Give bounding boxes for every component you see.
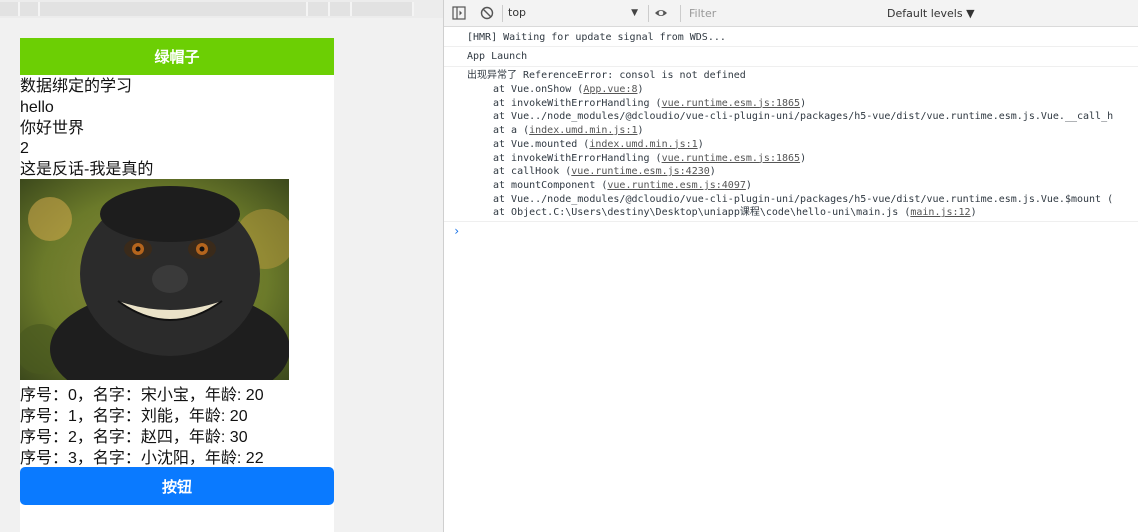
monkey-image xyxy=(20,179,289,380)
console-prompt[interactable]: › xyxy=(453,224,460,238)
stack-frame-tail: ) xyxy=(800,152,807,164)
phone-screen: 绿帽子 数据绑定的学习 hello 你好世界 2 这是反话-我是真的 序号：0，… xyxy=(20,38,334,532)
console-toolbar: top ▼ Default levels ▼ xyxy=(444,0,1138,27)
stack-frame: at Object.C:\Users\destiny\Desktop\uniap… xyxy=(493,206,977,220)
clear-console-icon[interactable] xyxy=(480,6,494,20)
console-message: [HMR] Waiting for update signal from WDS… xyxy=(444,28,1138,47)
source-link[interactable]: vue.runtime.esm.js:4097 xyxy=(607,180,745,191)
stack-frame: at invokeWithErrorHandling (vue.runtime.… xyxy=(493,97,806,111)
log-levels-dropdown[interactable]: Default levels ▼ xyxy=(887,7,975,20)
stack-frame-tail: ) xyxy=(745,179,752,191)
filter-input[interactable] xyxy=(685,5,885,22)
stack-frame-text: at callHook ( xyxy=(493,166,572,178)
stack-frame-tail: ) xyxy=(800,97,807,109)
primary-button[interactable]: 按钮 xyxy=(20,467,334,505)
stack-frame-tail: ) xyxy=(637,84,644,95)
source-link[interactable]: vue.runtime.esm.js:1865 xyxy=(662,153,800,164)
stack-frame-text: at Vue../node_modules/@dcloudio/vue-cli-… xyxy=(493,111,1114,123)
stack-frame: at callHook (vue.runtime.esm.js:4230) xyxy=(493,165,716,179)
stack-frame-text: at Vue.mounted ( xyxy=(493,138,590,150)
stack-frame-tail: ) xyxy=(970,207,977,219)
stack-frame: at Vue.mounted (index.umd.min.js:1) xyxy=(493,138,704,152)
source-link[interactable]: App.vue:8 xyxy=(583,84,637,95)
stack-frame-text: at Vue../node_modules/@dcloudio/vue-cli-… xyxy=(493,193,1114,205)
stack-frame-text: at Object.C:\Users\destiny\Desktop\uniap… xyxy=(493,207,911,219)
source-link[interactable]: vue.runtime.esm.js:1865 xyxy=(662,98,800,109)
simulator-pane: 绿帽子 数据绑定的学习 hello 你好世界 2 这是反话-我是真的 序号：0，… xyxy=(0,0,443,532)
stack-frame: at invokeWithErrorHandling (vue.runtime.… xyxy=(493,152,806,166)
stack-frame-text: at mountComponent ( xyxy=(493,179,608,191)
context-value: top xyxy=(508,6,527,19)
simulator-toolbar xyxy=(0,0,443,18)
eye-icon[interactable] xyxy=(654,6,668,20)
source-link[interactable]: vue.runtime.esm.js:4230 xyxy=(571,166,709,177)
stack-frame-text: at a ( xyxy=(493,125,530,137)
stack-frame-tail: ) xyxy=(709,166,716,178)
source-link[interactable]: index.umd.min.js:1 xyxy=(589,139,697,150)
text-world: 你好世界 xyxy=(20,120,85,137)
chevron-down-icon: ▼ xyxy=(631,8,638,18)
stack-frame: at mountComponent (vue.runtime.esm.js:40… xyxy=(493,179,752,193)
stack-frame-text: at invokeWithErrorHandling ( xyxy=(493,152,662,164)
navbar: 绿帽子 xyxy=(20,38,334,75)
text-hello: hello xyxy=(20,99,54,116)
stack-frame-text: at Vue.onShow ( xyxy=(493,84,584,95)
context-select[interactable]: top ▼ xyxy=(508,5,638,21)
list-item: 序号：3，名字：小沈阳，年龄: 22 xyxy=(20,450,264,467)
text-reversed: 这是反话-我是真的 xyxy=(20,161,154,178)
primary-button-label: 按钮 xyxy=(161,478,192,496)
devtools-console: top ▼ Default levels ▼ [HMR] Waiting for… xyxy=(443,0,1138,532)
list-item: 序号：1，名字：刘能，年龄: 20 xyxy=(20,408,248,425)
error-text: 出现异常了 ReferenceError: consol is not defi… xyxy=(467,70,746,81)
list-item: 序号：2，名字：赵四，年龄: 30 xyxy=(20,429,248,446)
text-title: 数据绑定的学习 xyxy=(20,78,133,95)
stack-frame-text: at invokeWithErrorHandling ( xyxy=(493,97,662,109)
navbar-title: 绿帽子 xyxy=(154,49,200,66)
sidebar-toggle-icon[interactable] xyxy=(452,6,466,20)
text-number: 2 xyxy=(20,140,29,157)
stack-frame: at Vue../node_modules/@dcloudio/vue-cli-… xyxy=(493,110,1113,124)
stack-frame: at a (index.umd.min.js:1) xyxy=(493,124,644,138)
list-item: 序号：0，名字：宋小宝，年龄: 20 xyxy=(20,387,264,404)
console-message: App Launch xyxy=(444,47,1138,67)
stack-frame-tail: ) xyxy=(697,138,704,150)
stack-frame: at Vue../node_modules/@dcloudio/vue-cli-… xyxy=(493,193,1113,207)
stack-frame: at Vue.onShow (App.vue:8) xyxy=(493,83,644,97)
stack-frame-tail: ) xyxy=(637,125,644,137)
source-link[interactable]: index.umd.min.js:1 xyxy=(529,125,637,136)
source-link[interactable]: main.js:12 xyxy=(910,207,970,218)
